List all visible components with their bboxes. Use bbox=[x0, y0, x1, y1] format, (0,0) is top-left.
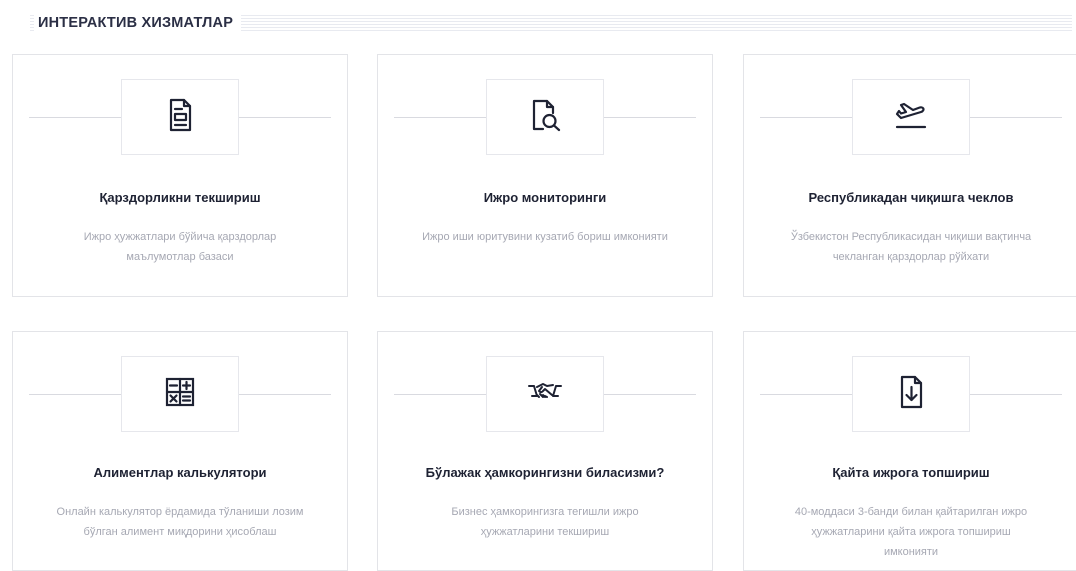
service-card-alimony-calculator[interactable]: Алиментлар калькулятори Онлайн калькулят… bbox=[12, 331, 348, 571]
card-description: Бизнес ҳамкорингизга тегишли ижро ҳужжат… bbox=[451, 506, 639, 538]
card-description: 40-моддаси 3-банди билан қайтарилган ижр… bbox=[794, 506, 1028, 558]
card-title: Бўлажак ҳамкорингизни биласизми? bbox=[425, 465, 665, 480]
card-title: Ижро мониторинги bbox=[483, 190, 607, 205]
document-list-icon bbox=[162, 97, 198, 138]
section-title: ИНТЕРАКТИВ ХИЗМАТЛАР bbox=[34, 11, 242, 35]
icon-box bbox=[486, 79, 604, 155]
icon-box bbox=[852, 79, 970, 155]
top-cropped-text bbox=[0, 0, 1076, 8]
icon-box bbox=[852, 356, 970, 432]
service-card-debt-check[interactable]: Қарздорликни текшириш Ижро ҳужжатлари бў… bbox=[12, 54, 348, 297]
document-download-icon bbox=[893, 374, 929, 415]
calculator-icon bbox=[162, 374, 198, 415]
document-search-icon bbox=[527, 97, 563, 138]
icon-box bbox=[486, 356, 604, 432]
card-title: Қарздорликни текшириш bbox=[99, 190, 261, 205]
card-description: Ўзбекистон Республикасидан чиқиши вақтин… bbox=[790, 231, 1032, 263]
card-description: Ижро иши юритувини кузатиб бориш имкония… bbox=[422, 231, 668, 243]
icon-box bbox=[121, 356, 239, 432]
handshake-icon bbox=[527, 374, 563, 415]
card-description: Ижро ҳужжатлари бўйича қарздорлар маълум… bbox=[83, 231, 277, 263]
card-title: Алиментлар калькулятори bbox=[93, 465, 267, 480]
card-title: Қайта ижрога топшириш bbox=[832, 465, 990, 480]
card-title: Республикадан чиқишга чеклов bbox=[808, 190, 1014, 205]
icon-box bbox=[121, 79, 239, 155]
service-card-travel-restriction[interactable]: Республикадан чиқишга чеклов Ўзбекистон … bbox=[743, 54, 1076, 297]
section-header: ИНТЕРАКТИВ ХИЗМАТЛАР bbox=[14, 11, 1072, 35]
card-description: Онлайн калькулятор ёрдамида тўланиши лоз… bbox=[56, 506, 304, 538]
service-card-execution-monitoring[interactable]: Ижро мониторинги Ижро иши юритувини куза… bbox=[377, 54, 713, 297]
service-card-business-partner[interactable]: Бўлажак ҳамкорингизни биласизми? Бизнес … bbox=[377, 331, 713, 571]
airplane-takeoff-icon bbox=[893, 97, 929, 138]
service-card-resubmit-execution[interactable]: Қайта ижрога топшириш 40-моддаси 3-банди… bbox=[743, 331, 1076, 571]
